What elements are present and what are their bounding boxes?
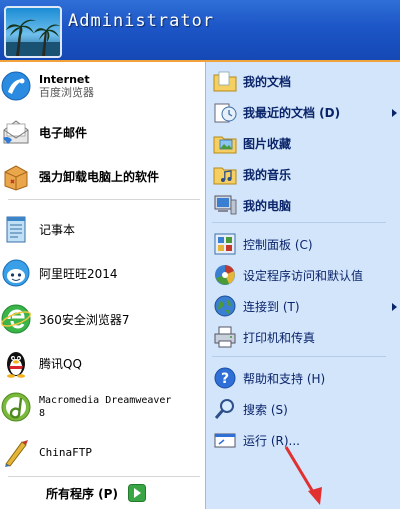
program-uninstall[interactable]: 强力卸载电脑上的软件 [0,160,159,192]
baidu-browser-icon [0,70,32,102]
dreamweaver-icon [0,391,32,423]
all-programs-label: 所有程序 (P) [46,486,118,501]
program-name: Macromedia Dreamweaver [39,395,172,406]
360-browser-icon [0,303,32,335]
my-pictures-label: 图片收藏 [243,136,292,151]
program-name: 360安全浏览器7 [39,312,130,327]
program-defaults-icon [212,262,238,288]
control-panel-icon [212,231,238,257]
notepad-icon [0,213,32,245]
program-name: 强力卸载电脑上的软件 [39,169,160,184]
connect-to[interactable]: 连接到 (T) [212,293,300,319]
my-music[interactable]: 我的音乐 [212,161,291,187]
uninstall-box-icon [0,160,32,192]
aliwangwang-icon [0,257,32,289]
all-programs-button[interactable]: 所有程序 (P) [46,484,146,502]
divider [212,356,386,357]
start-menu-header: Administrator [0,0,400,62]
divider [8,199,200,200]
program-aliwangwang[interactable]: 阿里旺旺2014 [0,257,118,289]
network-globe-icon [212,293,238,319]
help-icon: ? [212,365,238,391]
set-program-access[interactable]: 设定程序访问和默认值 [212,262,363,288]
program-internet[interactable]: Internet 百度浏览器 [0,70,94,102]
program-name: 记事本 [39,222,76,237]
submenu-arrow-icon [392,109,397,117]
my-computer-label: 我的电脑 [243,198,292,213]
program-tencent-qq[interactable]: 腾讯QQ [0,347,82,379]
search[interactable]: 搜索 (S) [212,396,288,422]
green-arrow-icon [127,484,146,502]
control-panel-label: 控制面板 (C) [243,237,313,252]
folder-music-icon [212,161,238,187]
email-icon [0,116,32,148]
computer-icon [212,192,238,218]
run-icon [212,427,238,453]
search-icon [212,396,238,422]
folder-documents-icon [212,68,238,94]
my-music-label: 我的音乐 [243,167,292,182]
program-dreamweaver[interactable]: Macromedia Dreamweaver 8 [0,391,171,423]
submenu-arrow-icon [392,303,397,311]
user-name: Administrator [68,11,215,31]
folder-pictures-icon [212,130,238,156]
program-version: 8 [39,408,46,419]
my-documents[interactable]: 我的文档 [212,68,291,94]
control-panel[interactable]: 控制面板 (C) [212,231,313,257]
divider [212,222,386,223]
my-pictures[interactable]: 图片收藏 [212,130,291,156]
program-subtitle: 百度浏览器 [39,86,94,99]
program-360-browser[interactable]: 360安全浏览器7 [0,303,130,335]
qq-penguin-icon [0,347,32,379]
annotation-arrow-icon [284,446,322,505]
help-support[interactable]: ? 帮助和支持 (H) [212,365,325,391]
recent-documents-label: 我最近的文档 (D) [243,105,341,120]
program-email[interactable]: 电子邮件 [0,116,87,148]
recent-documents[interactable]: 我最近的文档 (D) [212,99,340,125]
connect-to-label: 连接到 (T) [243,299,300,314]
program-chinaftp[interactable]: ChinaFTP [0,436,92,468]
printer-icon [212,324,238,350]
program-name: 电子邮件 [39,125,88,140]
program-name: Internet [39,73,90,86]
program-name: 阿里旺旺2014 [39,266,118,281]
program-notepad[interactable]: 记事本 [0,213,75,245]
search-label: 搜索 (S) [243,402,288,417]
my-documents-label: 我的文档 [243,74,292,89]
user-avatar[interactable] [4,6,62,58]
program-name: ChinaFTP [39,445,92,459]
svg-text:?: ? [221,371,229,387]
chinaftp-icon [0,436,32,468]
divider [8,476,200,477]
set-program-access-label: 设定程序访问和默认值 [243,268,364,283]
my-computer[interactable]: 我的电脑 [212,192,291,218]
printers-faxes[interactable]: 打印机和传真 [212,324,315,350]
recent-documents-icon [212,99,238,125]
printers-label: 打印机和传真 [243,330,316,345]
program-name: 腾讯QQ [39,356,82,371]
help-label: 帮助和支持 (H) [243,371,326,386]
